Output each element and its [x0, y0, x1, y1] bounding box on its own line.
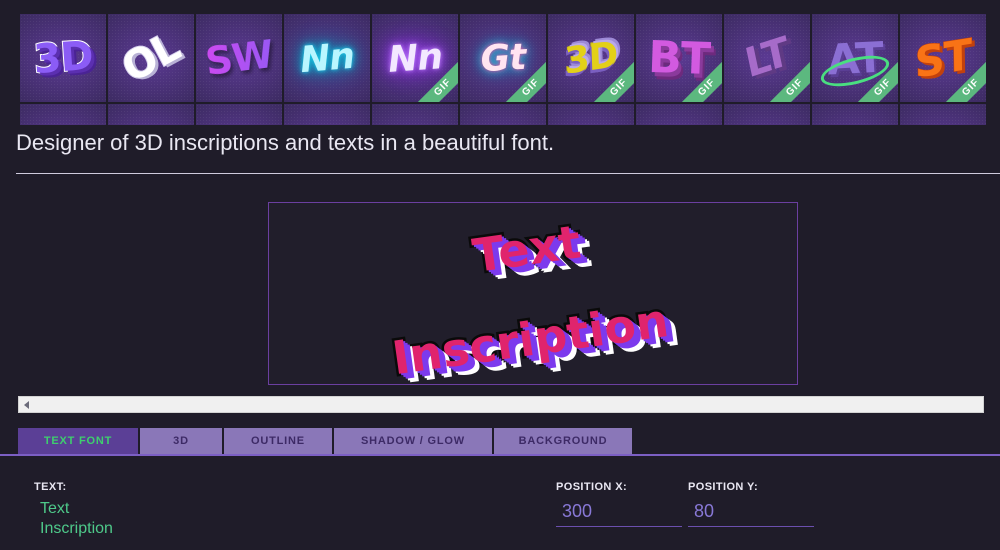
tab-outline[interactable]: OUTLINE — [224, 428, 332, 454]
gallery-row-primary: 3D OL SW Nn Nn GIF Gt GIF 3D GIF BT GIF LT GIF AT GIF ST… — [0, 0, 1000, 102]
thumb-glyph — [284, 104, 370, 125]
thumb-glyph — [196, 104, 282, 125]
thumb-glyph: Nn — [298, 35, 356, 81]
horizontal-scrollbar[interactable] — [18, 396, 984, 413]
settings-tabbar[interactable]: TEXT FONT 3D OUTLINE SHADOW / GLOW BACKGROUN… — [18, 428, 984, 454]
preview-canvas[interactable]: Text Inscription — [268, 202, 798, 385]
gallery-thumb-neon-purple-script[interactable]: Nn GIF — [372, 14, 458, 102]
thumb-glyph — [20, 104, 106, 125]
gallery-thumb-preview-partial-4[interactable] — [284, 104, 370, 125]
canvas-line-2: Inscription — [386, 290, 674, 385]
gallery-thumb-preview-partial-5[interactable] — [372, 104, 458, 125]
thumb-glyph — [460, 104, 546, 125]
thumb-glyph: SW — [196, 14, 282, 102]
gallery-thumb-preview-partial-11[interactable] — [900, 104, 986, 125]
text-field-label: TEXT: — [34, 481, 67, 493]
gallery-thumb-white-rounded[interactable]: OL — [108, 14, 194, 102]
gallery-thumb-shattered-caps[interactable]: LT GIF — [724, 14, 810, 102]
gallery-thumb-preview-partial-3[interactable] — [196, 104, 282, 125]
triangle-left-icon[interactable] — [19, 397, 33, 412]
page-tagline: Designer of 3D inscriptions and texts in… — [16, 130, 555, 155]
gallery-thumb-neon-cyan-script[interactable]: Nn — [284, 14, 370, 102]
thumb-glyph — [812, 104, 898, 125]
thumb-glyph: 3D — [31, 32, 95, 84]
gallery-thumb-preview-partial-10[interactable] — [812, 104, 898, 125]
gallery-thumb-preview-partial-1[interactable] — [20, 104, 106, 125]
text-field-group: TEXT: — [34, 481, 234, 548]
gallery-thumb-neon-pink-script[interactable]: Gt GIF — [460, 14, 546, 102]
header-divider — [16, 173, 1000, 174]
position-y-group: POSITION Y: — [688, 481, 814, 527]
template-gallery[interactable]: 3D OL SW Nn Nn GIF Gt GIF 3D GIF BT GIF LT GIF AT GIF ST… — [0, 0, 1000, 125]
gallery-thumb-preview-partial-9[interactable] — [724, 104, 810, 125]
thumb-glyph — [108, 104, 194, 125]
gallery-thumb-magenta-gradient[interactable]: SW — [196, 14, 282, 102]
gallery-thumb-preview-partial-2[interactable] — [108, 104, 194, 125]
gallery-thumb-3d-purple-block[interactable]: 3D — [20, 14, 106, 102]
tab-text-font[interactable]: TEXT FONT — [18, 428, 138, 454]
thumb-glyph: OL — [114, 23, 188, 93]
thumb-glyph — [724, 104, 810, 125]
gallery-thumb-gold-3d-block[interactable]: 3D GIF — [548, 14, 634, 102]
position-y-label: POSITION Y: — [688, 481, 759, 493]
canvas-line-1: Text — [467, 212, 587, 286]
thumb-glyph — [900, 104, 986, 125]
app-root: 3D OL SW Nn Nn GIF Gt GIF 3D GIF BT GIF LT GIF AT GIF ST… — [0, 0, 1000, 550]
scrollbar-track[interactable] — [33, 397, 983, 412]
gallery-thumb-preview-partial-7[interactable] — [548, 104, 634, 125]
gallery-thumb-preview-partial-6[interactable] — [460, 104, 546, 125]
canvas-inscription: Text Inscription — [386, 203, 678, 385]
controls-panel: TEXT: POSITION X: POSITION Y: — [0, 462, 1000, 550]
tab-background[interactable]: BACKGROUND — [494, 428, 632, 454]
gallery-thumb-pink-3d-caps[interactable]: BT GIF — [636, 14, 722, 102]
text-input[interactable] — [34, 499, 234, 543]
position-y-input[interactable] — [688, 499, 814, 527]
position-x-group: POSITION X: — [556, 481, 682, 527]
gallery-row-secondary — [0, 102, 1000, 125]
thumb-glyph — [636, 104, 722, 125]
position-x-label: POSITION X: — [556, 481, 628, 493]
gallery-thumb-orbit-ring-caps[interactable]: AT GIF — [812, 14, 898, 102]
tab-shadow-glow[interactable]: SHADOW / GLOW — [334, 428, 492, 454]
tabbar-underline — [0, 454, 1000, 456]
tab-3d[interactable]: 3D — [140, 428, 222, 454]
position-x-input[interactable] — [556, 499, 682, 527]
thumb-glyph — [372, 104, 458, 125]
thumb-glyph — [548, 104, 634, 125]
gallery-thumb-preview-partial-8[interactable] — [636, 104, 722, 125]
gallery-thumb-orange-broken-caps[interactable]: ST GIF — [900, 14, 986, 102]
